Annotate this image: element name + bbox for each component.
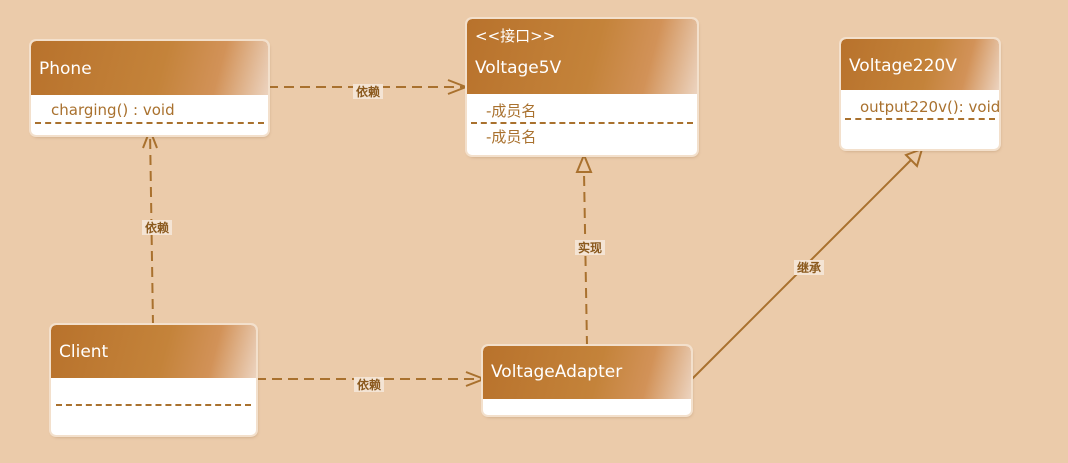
- class-name: Client: [59, 342, 109, 362]
- class-header: VoltageAdapter: [483, 346, 691, 399]
- hollow-triangle-icon: [575, 152, 593, 173]
- class-name: Phone: [39, 59, 92, 79]
- class-member: output220v(): void: [860, 98, 999, 116]
- class-voltage-adapter[interactable]: VoltageAdapter: [483, 346, 691, 415]
- class-header: Voltage220V: [841, 39, 999, 90]
- compartment-divider: [35, 122, 264, 124]
- class-member: charging() : void: [51, 101, 175, 119]
- relation-label: 依赖: [357, 377, 381, 392]
- class-client[interactable]: Client: [51, 325, 256, 435]
- class-name: VoltageAdapter: [491, 362, 623, 382]
- relation-label: 依赖: [356, 84, 380, 99]
- interface-stereotype: <<接口>>: [475, 27, 556, 45]
- class-phone[interactable]: Phone charging() : void: [31, 41, 268, 135]
- class-header: Phone: [31, 41, 268, 95]
- relation-label: 依赖: [145, 220, 169, 235]
- compartment-divider: [471, 122, 693, 124]
- compartment-divider: [56, 404, 251, 406]
- class-voltage220v[interactable]: Voltage220V output220v(): void: [841, 39, 999, 149]
- class-voltage5v[interactable]: <<接口>> Voltage5V -成员名 -成员名: [467, 19, 697, 155]
- class-name: Voltage5V: [475, 58, 562, 78]
- compartment-divider: [845, 118, 995, 120]
- relation-label: 继承: [797, 260, 821, 275]
- relation-label: 实现: [578, 240, 602, 255]
- relation-adapter-voltage5v: [583, 171, 588, 347]
- class-header: <<接口>> Voltage5V: [467, 19, 697, 94]
- uml-class-diagram: 依赖 依赖 依赖 实现 继承 Phone charging() : void <…: [0, 0, 1068, 463]
- class-header: Client: [51, 325, 256, 378]
- class-member: -成员名: [486, 128, 537, 146]
- class-name: Voltage220V: [849, 56, 957, 76]
- class-member: -成员名: [486, 102, 537, 120]
